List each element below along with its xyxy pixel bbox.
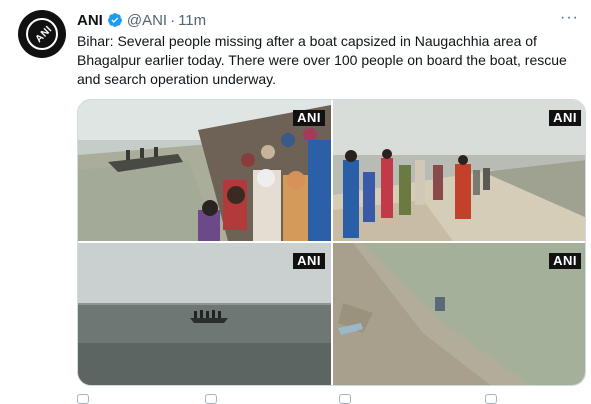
media-grid: ANI ANI ANI ANI (77, 99, 586, 386)
avatar-logo: ANI (26, 18, 58, 50)
tweet-timestamp[interactable]: 11m (178, 12, 206, 29)
avatar-logo-text: ANI (33, 23, 55, 46)
share-icon[interactable] (485, 394, 497, 404)
reply-icon[interactable] (77, 394, 89, 404)
media-photo-crowd-riverbank[interactable]: ANI (78, 100, 331, 241)
verified-badge-icon (107, 13, 122, 27)
media-photo-sandbank-people[interactable]: ANI (333, 100, 585, 241)
author-name[interactable]: ANI (77, 12, 103, 29)
tweet-card[interactable]: ANI ANI @ANI · 11m ··· Bihar: Several pe… (0, 0, 591, 404)
author-handle[interactable]: @ANI (127, 12, 167, 29)
media-photo-riverbank[interactable]: ANI (333, 243, 585, 385)
ani-watermark-1: ANI (293, 110, 325, 126)
media-photo-rescue-boat[interactable]: ANI (78, 243, 331, 385)
ani-watermark-2: ANI (549, 110, 581, 126)
header-separator: · (170, 11, 176, 29)
like-icon[interactable] (339, 394, 351, 404)
ani-watermark-3: ANI (293, 253, 325, 269)
ani-watermark-4: ANI (549, 253, 581, 269)
photo-riverbank-image (333, 243, 585, 385)
tweet-text: Bihar: Several people missing after a bo… (77, 33, 567, 87)
photo-sandbank-image (333, 100, 585, 241)
more-options-icon[interactable]: ··· (560, 9, 579, 27)
author-avatar[interactable]: ANI (18, 10, 66, 58)
retweet-icon[interactable] (205, 394, 217, 404)
tweet-header: ANI @ANI · 11m (77, 11, 206, 29)
tweet-actions (77, 394, 557, 404)
